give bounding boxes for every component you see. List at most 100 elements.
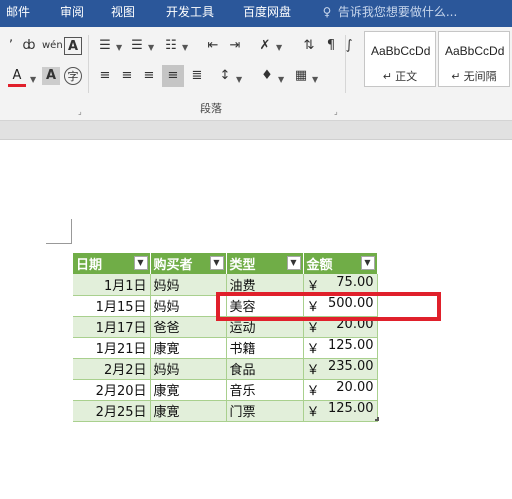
chevron-down-icon[interactable]: ▼ (148, 43, 154, 53)
tab-baidu-netdisk[interactable]: 百度网盘 (243, 0, 291, 27)
cell-date[interactable]: 1月21日 (73, 337, 151, 359)
header-buyer: 购买者 ▼ (150, 253, 227, 274)
chinese-layout-icon[interactable]: ✗ (256, 37, 274, 55)
currency-symbol: ￥ (306, 342, 320, 357)
shading-icon[interactable]: ♦ (258, 67, 276, 85)
justify-icon[interactable]: ≡ (162, 65, 184, 87)
header-label: 日期 (76, 258, 103, 273)
cell-date[interactable]: 2月20日 (73, 379, 151, 401)
multilevel-list-icon[interactable]: ☷ (162, 37, 180, 55)
font-size-icon[interactable]: ʼ (2, 37, 20, 55)
currency-symbol: ￥ (306, 363, 320, 378)
enclose-character-icon[interactable]: 字 (64, 67, 82, 85)
group-label-paragraph: 段落 (200, 102, 222, 115)
header-label: 金额 (306, 258, 333, 273)
highlight-annotation-box (216, 292, 441, 321)
cell-type[interactable]: 音乐 (226, 379, 304, 401)
chevron-down-icon[interactable]: ▼ (182, 43, 188, 53)
cell-type[interactable]: 门票 (226, 400, 304, 422)
align-right-icon[interactable]: ≡ (140, 67, 158, 85)
cell-buyer[interactable]: 爸爸 (150, 316, 227, 338)
filter-dropdown-icon[interactable]: ▼ (133, 256, 148, 270)
styles-scroll-icon[interactable]: ∫ (340, 37, 358, 55)
tab-review[interactable]: 审阅 (60, 0, 84, 27)
chevron-down-icon[interactable]: ▼ (312, 75, 318, 85)
cell-amount[interactable]: ￥ 125.00 (303, 337, 378, 359)
cell-buyer[interactable]: 妈妈 (150, 358, 227, 380)
style-sample: AaBbCcDd (445, 44, 505, 58)
line-spacing-icon[interactable]: ↕ (216, 67, 234, 85)
cell-buyer[interactable]: 妈妈 (150, 295, 227, 317)
cell-amount[interactable]: ￥ 235.00 (303, 358, 378, 380)
header-label: 购买者 (153, 258, 193, 273)
currency-symbol: ￥ (306, 405, 320, 420)
lightbulb-icon: ♀ (322, 5, 332, 19)
cell-buyer[interactable]: 康寛 (150, 337, 227, 359)
amount-value: 125.00 (328, 401, 374, 416)
chevron-down-icon[interactable]: ▼ (276, 43, 282, 53)
cell-amount[interactable]: ￥ 125.00 (303, 400, 378, 422)
table-row: 1月21日 康寛 书籍 ￥ 125.00 (73, 337, 378, 359)
chevron-down-icon[interactable]: ▼ (30, 75, 36, 85)
align-center-icon[interactable]: ≡ (118, 67, 136, 85)
tell-me-text: 告诉我您想要做什么... (337, 5, 458, 19)
tab-view[interactable]: 视图 (111, 0, 135, 27)
ribbon: ʼ ȸ wén A ☰ ▼ ☰ ▼ ☷ ▼ ⇤ ⇥ ✗ ▼ ⇅ ¶ ∫ A ▼ A 字 ≡… (0, 27, 512, 121)
clear-formatting-icon[interactable]: ȸ (20, 37, 38, 55)
header-type: 类型 ▼ (226, 253, 304, 274)
cell-date[interactable]: 1月17日 (73, 316, 151, 338)
font-color-icon[interactable]: A (8, 67, 26, 87)
cell-date[interactable]: 2月25日 (73, 400, 151, 422)
cell-date[interactable]: 1月15日 (73, 295, 151, 317)
filter-dropdown-icon[interactable]: ▼ (286, 256, 301, 270)
style-sample: AaBbCcDd (371, 44, 431, 58)
header-label: 类型 (229, 258, 256, 273)
cell-date[interactable]: 2月2日 (73, 358, 151, 380)
amount-value: 125.00 (328, 338, 374, 353)
amount-value: 20.00 (336, 380, 374, 395)
table-row: 2月2日 妈妈 食品 ￥ 235.00 (73, 358, 378, 380)
document-page[interactable]: 日期 ▼ 购买者 ▼ 类型 ▼ 金额 ▼ 1月1日 妈妈 油费 ￥ 75.00 1月15日… (0, 140, 512, 499)
style-normal[interactable]: AaBbCcDd ↵ 正文 (364, 31, 436, 87)
header-date: 日期 ▼ (73, 253, 151, 274)
phonetic-guide-icon[interactable]: wén (42, 37, 63, 55)
chevron-down-icon[interactable]: ▼ (236, 75, 242, 85)
numbering-icon[interactable]: ☰ (128, 37, 146, 55)
table-row: 2月20日 康寛 音乐 ￥ 20.00 (73, 379, 378, 401)
style-no-spacing[interactable]: AaBbCcDd ↵ 无间隔 (438, 31, 510, 87)
decrease-indent-icon[interactable]: ⇤ (204, 37, 222, 55)
cell-buyer[interactable]: 妈妈 (150, 274, 227, 296)
chevron-down-icon[interactable]: ▼ (116, 43, 122, 53)
tell-me-box[interactable]: ♀ 告诉我您想要做什么... (320, 0, 458, 27)
filter-dropdown-icon[interactable]: ▼ (209, 256, 224, 270)
cell-buyer[interactable]: 康寛 (150, 400, 227, 422)
tab-developer[interactable]: 开发工具 (166, 0, 214, 27)
header-amount: 金额 ▼ (303, 253, 378, 274)
cell-date[interactable]: 1月1日 (73, 274, 151, 296)
chevron-down-icon[interactable]: ▼ (278, 75, 284, 85)
ruler-strip (0, 121, 512, 140)
cell-amount[interactable]: ￥ 20.00 (303, 379, 378, 401)
cell-type[interactable]: 食品 (226, 358, 304, 380)
increase-indent-icon[interactable]: ⇥ (226, 37, 244, 55)
sort-icon[interactable]: ⇅ (300, 37, 318, 55)
character-shading-icon[interactable]: A (42, 67, 60, 85)
table-header-row: 日期 ▼ 购买者 ▼ 类型 ▼ 金额 ▼ (73, 253, 378, 274)
dialog-launcher-icon[interactable]: ⌟ (334, 107, 338, 116)
style-name: ↵ 正文 (382, 71, 418, 83)
style-gallery: AaBbCcDd ↵ 正文 AaBbCcDd ↵ 无间隔 (360, 31, 512, 89)
cell-buyer[interactable]: 康寛 (150, 379, 227, 401)
bullets-icon[interactable]: ☰ (96, 37, 114, 55)
amount-value: 75.00 (336, 274, 374, 290)
character-border-icon[interactable]: A (64, 37, 82, 55)
show-marks-icon[interactable]: ¶ (322, 37, 340, 55)
distributed-icon[interactable]: ≣ (188, 67, 206, 85)
filter-dropdown-icon[interactable]: ▼ (360, 256, 375, 270)
margin-corner-mark (46, 219, 72, 244)
tab-mailings[interactable]: 邮件 (6, 0, 30, 27)
table-resize-handle[interactable] (375, 417, 379, 421)
align-left-icon[interactable]: ≡ (96, 67, 114, 85)
borders-icon[interactable]: ▦ (292, 67, 310, 85)
cell-type[interactable]: 书籍 (226, 337, 304, 359)
dialog-launcher-icon[interactable]: ⌟ (78, 107, 82, 116)
